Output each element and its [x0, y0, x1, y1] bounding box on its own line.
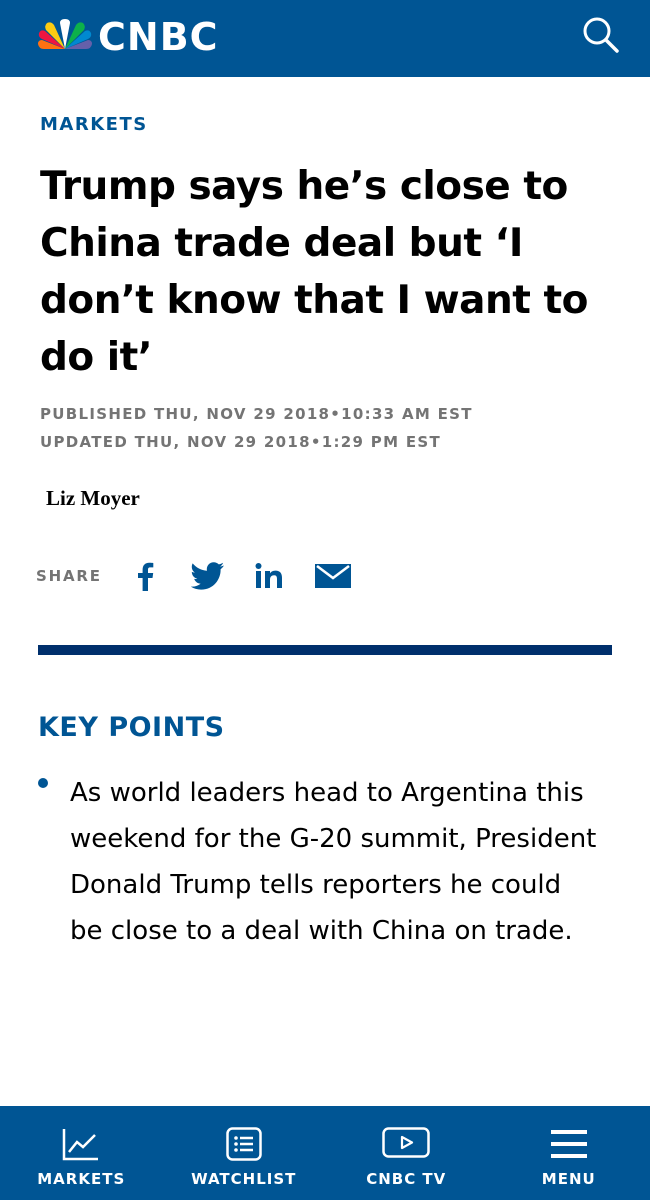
key-points-heading: KEY POINTS	[38, 712, 225, 743]
key-point-text: As world leaders head to Argentina this …	[70, 778, 597, 946]
nav-markets[interactable]: MARKETS	[0, 1106, 163, 1200]
tv-play-icon	[382, 1126, 430, 1162]
bottom-nav: MARKETS WATCHLIST CNBC TV MENU	[0, 1106, 650, 1200]
key-points-list: As world leaders head to Argentina this …	[38, 770, 598, 954]
list-icon	[226, 1126, 262, 1162]
nav-label: WATCHLIST	[191, 1170, 297, 1188]
search-icon	[582, 16, 620, 59]
nav-menu[interactable]: MENU	[488, 1106, 650, 1200]
nav-watchlist[interactable]: WATCHLIST	[163, 1106, 326, 1200]
facebook-icon[interactable]	[130, 556, 160, 596]
top-header: CNBC	[0, 0, 650, 77]
peacock-logo-icon	[36, 17, 94, 57]
bullet-icon	[38, 778, 48, 788]
chart-icon	[62, 1126, 100, 1162]
search-button[interactable]	[578, 16, 624, 58]
article-timestamps: PUBLISHED THU, NOV 29 2018•10:33 AM EST …	[40, 400, 473, 456]
section-divider	[38, 645, 612, 655]
article-headline: Trump says he’s close to China trade dea…	[40, 164, 588, 380]
nav-label: CNBC TV	[366, 1170, 447, 1188]
email-icon[interactable]	[314, 556, 352, 596]
cnbc-logo[interactable]: CNBC	[36, 16, 219, 58]
updated-time: UPDATED THU, NOV 29 2018•1:29 PM EST	[40, 433, 442, 451]
nav-cnbc-tv[interactable]: CNBC TV	[325, 1106, 488, 1200]
nav-label: MENU	[541, 1170, 596, 1188]
share-label: SHARE	[36, 567, 102, 585]
hamburger-icon	[550, 1126, 588, 1162]
linkedin-icon[interactable]	[254, 556, 284, 596]
author-byline[interactable]: Liz Moyer	[46, 486, 140, 511]
nav-label: MARKETS	[37, 1170, 126, 1188]
share-bar: SHARE	[36, 556, 352, 596]
section-label[interactable]: MARKETS	[40, 114, 148, 135]
published-time: PUBLISHED THU, NOV 29 2018•10:33 AM EST	[40, 405, 473, 423]
key-point-item: As world leaders head to Argentina this …	[38, 770, 598, 954]
twitter-icon[interactable]	[190, 556, 226, 596]
brand-name: CNBC	[98, 15, 219, 59]
